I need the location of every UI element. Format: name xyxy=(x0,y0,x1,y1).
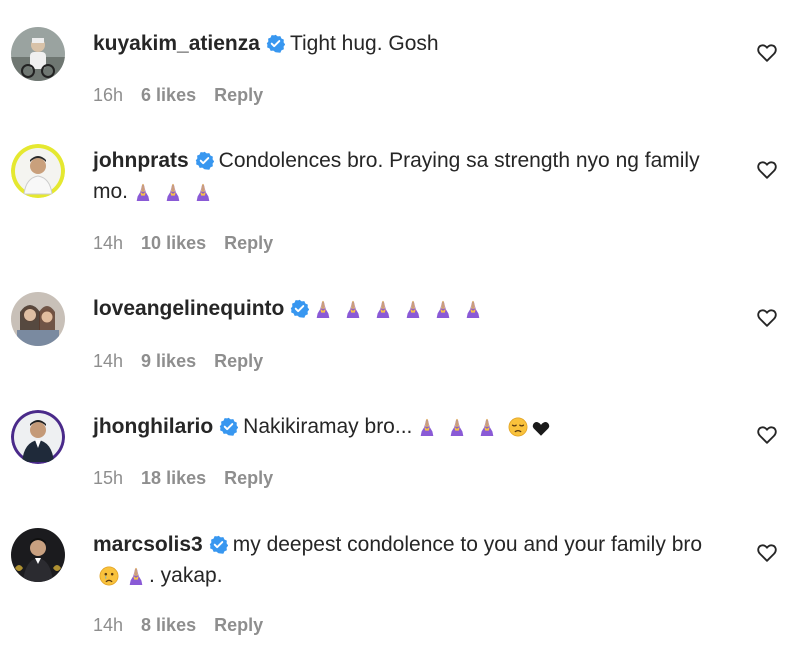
comment-text: marcsolis3 my deepest condolence to you a… xyxy=(93,529,733,591)
comment-meta: 15h 18 likes Reply xyxy=(93,468,273,489)
crying-face-icon xyxy=(99,566,119,586)
folded-hands-icon xyxy=(344,299,362,319)
folded-hands-icon xyxy=(374,299,392,319)
avatar[interactable] xyxy=(11,27,65,81)
username-link[interactable]: marcsolis3 xyxy=(93,533,203,556)
folded-hands-icon xyxy=(404,299,422,319)
avatar[interactable] xyxy=(11,292,65,346)
reply-button[interactable]: Reply xyxy=(214,85,263,106)
folded-hands-icon xyxy=(448,417,466,437)
comment-text: jhonghilario Nakikiramay bro... xyxy=(93,411,733,442)
username-link[interactable]: loveangelinequinto xyxy=(93,297,284,320)
likes-count[interactable]: 8 likes xyxy=(141,615,196,636)
comment-meta: 14h 8 likes Reply xyxy=(93,615,263,636)
verified-badge-icon xyxy=(290,299,309,318)
folded-hands-icon xyxy=(314,299,332,319)
comment-text: kuyakim_atienza Tight hug. Gosh xyxy=(93,28,733,59)
avatar-image xyxy=(11,528,65,582)
folded-hands-icon xyxy=(464,299,482,319)
avatar[interactable] xyxy=(11,144,65,198)
like-heart-icon[interactable] xyxy=(756,424,778,446)
timestamp: 16h xyxy=(93,85,124,105)
avatar-image xyxy=(11,410,65,464)
timestamp: 14h xyxy=(93,351,124,371)
folded-hands-icon xyxy=(194,182,212,202)
like-heart-icon[interactable] xyxy=(756,542,778,564)
reply-button[interactable]: Reply xyxy=(214,351,263,372)
verified-badge-icon xyxy=(266,34,285,53)
comment-body-end: . yakap. xyxy=(149,564,223,587)
folded-hands-icon xyxy=(134,182,152,202)
avatar-image xyxy=(11,27,65,81)
avatar[interactable] xyxy=(11,528,65,582)
likes-count[interactable]: 6 likes xyxy=(141,85,196,106)
likes-count[interactable]: 18 likes xyxy=(141,468,206,489)
like-heart-icon[interactable] xyxy=(756,307,778,329)
timestamp: 14h xyxy=(93,615,124,635)
like-heart-icon[interactable] xyxy=(756,42,778,64)
folded-hands-icon xyxy=(418,417,436,437)
timestamp: 14h xyxy=(93,233,124,253)
reply-button[interactable]: Reply xyxy=(224,233,273,254)
comment-meta: 14h 10 likes Reply xyxy=(93,233,273,254)
username-link[interactable]: kuyakim_atienza xyxy=(93,32,260,55)
black-heart-icon xyxy=(532,420,550,437)
comment-body: my deepest condolence to you and your fa… xyxy=(232,533,666,556)
comment-body: Nakikiramay bro... xyxy=(243,415,413,438)
reply-button[interactable]: Reply xyxy=(214,615,263,636)
folded-hands-icon xyxy=(478,417,496,437)
likes-count[interactable]: 10 likes xyxy=(141,233,206,254)
comment-body-continued: bro xyxy=(671,533,703,556)
avatar-image xyxy=(11,144,65,198)
folded-hands-icon xyxy=(164,182,182,202)
likes-count[interactable]: 9 likes xyxy=(141,351,196,372)
verified-badge-icon xyxy=(209,535,228,554)
comment-body: Tight hug. Gosh xyxy=(289,32,439,55)
avatar-image xyxy=(11,292,65,346)
folded-hands-icon xyxy=(434,299,452,319)
username-link[interactable]: johnprats xyxy=(93,149,189,172)
reply-button[interactable]: Reply xyxy=(224,468,273,489)
comment-meta: 16h 6 likes Reply xyxy=(93,85,263,106)
timestamp: 15h xyxy=(93,468,124,488)
folded-hands-icon xyxy=(127,566,145,586)
avatar[interactable] xyxy=(11,410,65,464)
username-link[interactable]: jhonghilario xyxy=(93,415,213,438)
comment-text: loveangelinequinto xyxy=(93,293,733,324)
verified-badge-icon xyxy=(219,417,238,436)
comment-text: johnprats Condolences bro. Praying sa str… xyxy=(93,145,733,207)
verified-badge-icon xyxy=(195,151,214,170)
pensive-face-icon xyxy=(508,417,528,437)
like-heart-icon[interactable] xyxy=(756,159,778,181)
comment-meta: 14h 9 likes Reply xyxy=(93,351,263,372)
